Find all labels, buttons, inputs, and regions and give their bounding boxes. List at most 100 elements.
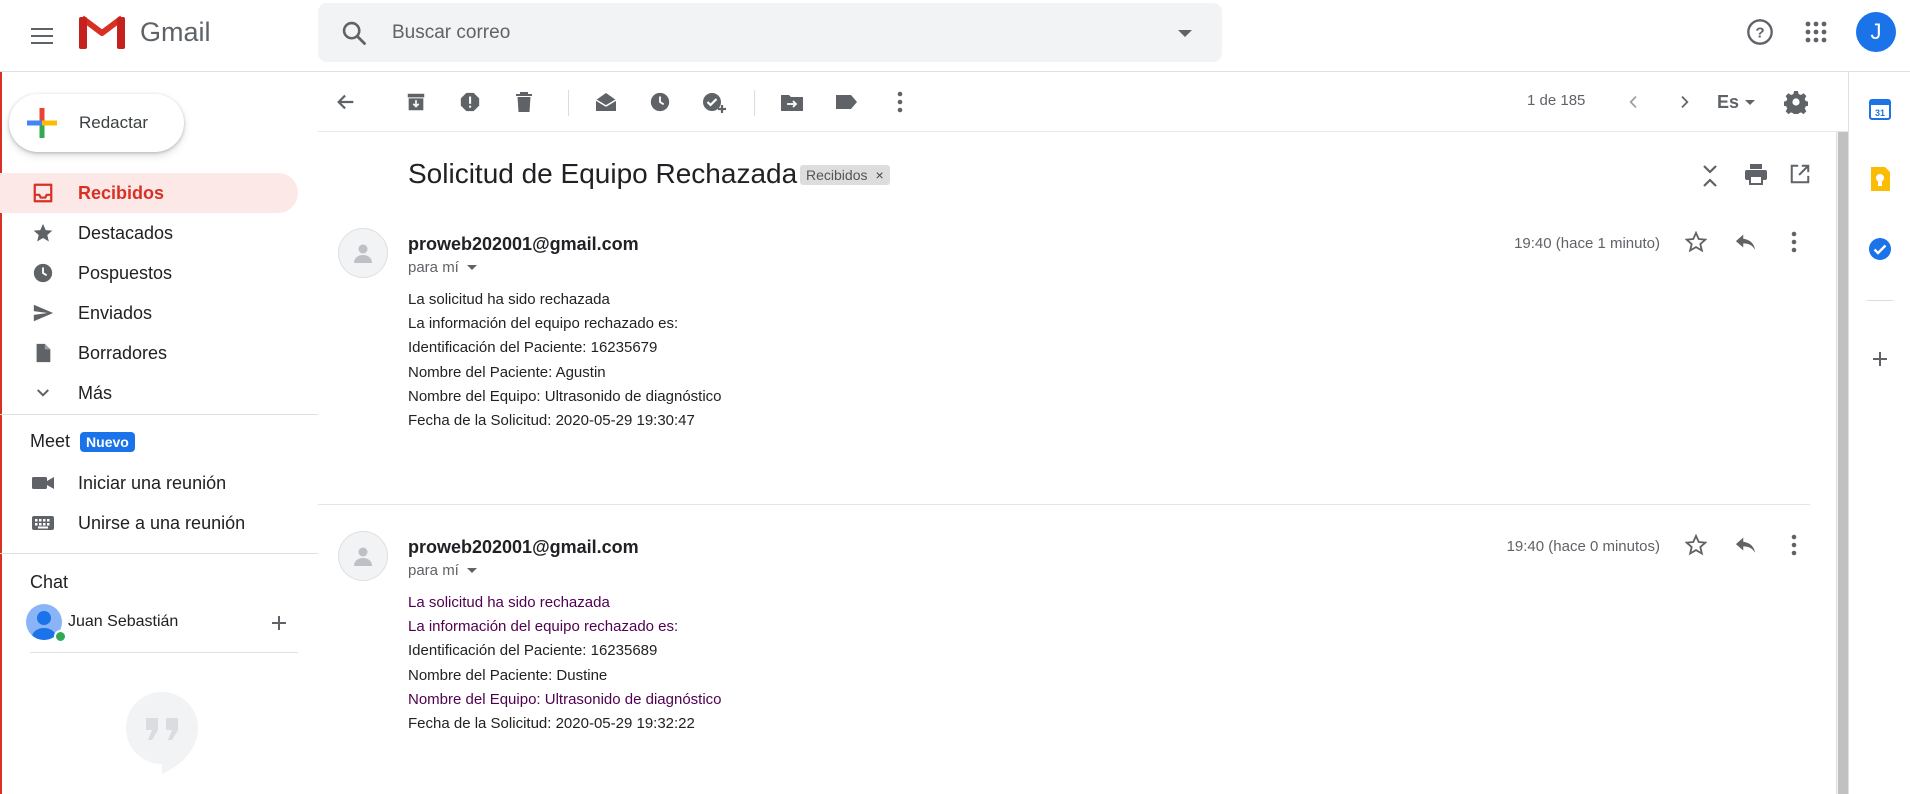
recipient-details[interactable]: para mí (408, 562, 477, 579)
sidebar-item-borradores[interactable]: Borradores (0, 333, 298, 373)
sidebar-item-label: Recibidos (78, 182, 165, 203)
toolbar-divider (568, 90, 569, 116)
message-more-icon[interactable] (1780, 228, 1808, 256)
sender-avatar (338, 531, 388, 581)
sidebar-item-join-meeting[interactable]: Unirse a una reunión (0, 503, 298, 543)
recipient-details[interactable]: para mí (408, 259, 477, 276)
add-to-tasks-icon[interactable] (700, 88, 728, 116)
reply-icon[interactable] (1732, 228, 1760, 256)
calendar-icon[interactable]: 31 (1867, 96, 1893, 122)
meet-section-title: Meet Nuevo (30, 431, 135, 452)
open-new-window-icon[interactable] (1786, 160, 1814, 188)
sidebar-item-label: Unirse a una reunión (78, 512, 246, 533)
details-caret-icon (466, 568, 477, 573)
rail-divider (1867, 300, 1893, 301)
body-line: Identificación del Paciente: 16235689 (408, 642, 658, 660)
search-options-icon[interactable] (1178, 30, 1192, 37)
archive-icon[interactable] (402, 88, 430, 116)
sidebar-item-pospuestos[interactable]: Pospuestos (0, 253, 298, 293)
top-header: Gmail ? J (0, 0, 1910, 72)
hamburger-line (31, 35, 53, 37)
chevron-down-icon (31, 381, 55, 405)
recipient-label: para mí (408, 562, 459, 579)
sender-email[interactable]: proweb202001@gmail.com (408, 537, 639, 558)
svg-text:31: 31 (1875, 108, 1885, 118)
chat-section-title: Chat (30, 572, 68, 593)
chat-user-name[interactable]: Juan Sebastián (68, 613, 178, 631)
thread-scrollbar[interactable] (1836, 132, 1848, 794)
older-chevron-icon[interactable] (1670, 88, 1698, 116)
delete-icon[interactable] (510, 88, 538, 116)
body-line: Nombre del Equipo: Ultrasonido de diagnó… (408, 387, 722, 405)
gmail-logo[interactable]: Gmail (78, 14, 211, 50)
message-toolbar: 1 de 185 Es (318, 72, 1848, 132)
thread-subject: Solicitud de Equipo Rechazada (408, 158, 798, 189)
sender-email[interactable]: proweb202001@gmail.com (408, 234, 639, 255)
star-icon[interactable] (1682, 531, 1710, 559)
sidebar-item-label: Enviados (78, 302, 153, 323)
body-line: Nombre del Paciente: Dustine (408, 666, 608, 684)
hamburger-line (31, 42, 53, 44)
message-more-icon[interactable] (1780, 531, 1808, 559)
collapse-all-icon[interactable] (1696, 162, 1724, 190)
sidebar-item-label: Iniciar una reunión (78, 472, 227, 493)
apps-grid-icon[interactable] (1800, 16, 1832, 48)
label-chip-text: Recibidos (806, 167, 868, 183)
account-avatar[interactable]: J (1856, 12, 1896, 52)
message-time: 19:40 (hace 0 minutos) (1506, 538, 1660, 555)
compose-plus-icon (25, 106, 59, 140)
sidebar-item-start-meeting[interactable]: Iniciar una reunión (0, 463, 298, 503)
move-to-icon[interactable] (778, 88, 806, 116)
search-input[interactable] (392, 21, 1172, 44)
add-addon-icon[interactable] (1867, 346, 1893, 372)
main-menu-button[interactable] (26, 20, 58, 52)
report-spam-icon[interactable] (456, 88, 484, 116)
more-options-icon[interactable] (886, 88, 914, 116)
details-caret-icon (466, 265, 477, 270)
print-icon[interactable] (1742, 160, 1770, 188)
sidebar-divider (0, 553, 318, 554)
snooze-clock-icon[interactable] (646, 88, 674, 116)
add-chat-icon[interactable] (268, 612, 290, 634)
search-icon[interactable] (340, 19, 368, 47)
recipient-label: para mí (408, 259, 459, 276)
body-line: Fecha de la Solicitud: 2020-05-29 19:32:… (408, 715, 695, 733)
settings-gear-icon[interactable] (1782, 88, 1810, 116)
help-icon[interactable]: ? (1744, 16, 1776, 48)
body-line: La información del equipo rechazado es: (408, 315, 679, 333)
sidebar-item-mas[interactable]: Más (0, 373, 298, 413)
sidebar-divider (0, 414, 318, 415)
sidebar-item-destacados[interactable]: Destacados (0, 213, 298, 253)
star-icon[interactable] (1682, 228, 1710, 256)
mark-unread-icon[interactable] (592, 88, 620, 116)
remove-label-icon[interactable]: × (875, 167, 883, 183)
body-line: La información del equipo rechazado es: (408, 618, 679, 636)
language-label: Es (1716, 91, 1740, 112)
back-arrow-icon[interactable] (332, 88, 360, 116)
caret-down-icon (1745, 99, 1756, 105)
clock-icon (31, 261, 55, 285)
input-tools-button[interactable]: Es (1710, 88, 1762, 116)
send-icon (31, 301, 55, 325)
message-body: La solicitud ha sido rechazada La inform… (408, 288, 722, 433)
meet-title: Meet (30, 431, 71, 451)
label-tag-icon[interactable] (832, 88, 860, 116)
label-chip[interactable]: Recibidos × (800, 165, 890, 185)
search-bar[interactable] (318, 3, 1222, 62)
reply-icon[interactable] (1732, 531, 1760, 559)
scrollbar-thumb[interactable] (1838, 132, 1848, 794)
sidebar-item-label: Destacados (78, 222, 174, 243)
sender-avatar (338, 228, 388, 278)
tasks-icon[interactable] (1867, 236, 1893, 262)
body-line: Identificación del Paciente: 16235679 (408, 339, 658, 357)
keep-icon[interactable] (1867, 166, 1893, 192)
newer-chevron-icon[interactable] (1620, 88, 1648, 116)
sidebar-item-recibidos[interactable]: Recibidos (0, 173, 298, 213)
compose-label: Redactar (79, 113, 148, 132)
compose-button[interactable]: Redactar (9, 94, 184, 152)
message-divider (318, 504, 1810, 505)
sidebar-item-label: Pospuestos (78, 262, 173, 283)
pagination-count: 1 de 185 (1527, 92, 1586, 109)
sidebar-item-enviados[interactable]: Enviados (0, 293, 298, 333)
body-line: La solicitud ha sido rechazada (408, 594, 610, 611)
